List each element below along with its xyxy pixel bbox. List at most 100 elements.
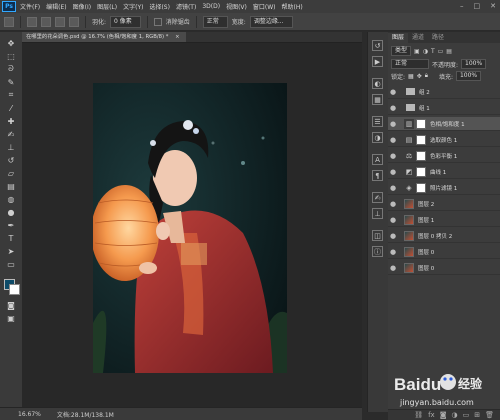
menu-filter[interactable]: 滤镜(T) <box>176 2 196 11</box>
layer-row[interactable]: ● ◩ 曲线 1 <box>388 165 500 179</box>
menu-window[interactable]: 窗口(W) <box>253 2 276 11</box>
crop-tool-icon[interactable]: ⌗ <box>5 90 17 100</box>
lock-all-icon[interactable]: 🔒︎ <box>425 72 428 80</box>
layer-thumbnail[interactable] <box>404 230 414 241</box>
brush-panel-icon[interactable]: ✍ <box>372 192 383 203</box>
properties-panel-icon[interactable]: ☰ <box>372 116 383 127</box>
add-mask-icon[interactable]: ◙ <box>440 411 447 419</box>
dodge-tool-icon[interactable]: ● <box>5 207 17 217</box>
fill-input[interactable]: 100% <box>455 71 482 81</box>
zoom-level[interactable]: 16.67% <box>18 411 41 418</box>
layer-row[interactable]: ● 图层 1 <box>388 213 500 227</box>
pen-tool-icon[interactable]: ✒ <box>5 220 17 230</box>
menu-type[interactable]: 文字(Y) <box>123 2 143 11</box>
shape-tool-icon[interactable]: ▭ <box>5 259 17 269</box>
eyedropper-tool-icon[interactable]: ⁄ <box>5 103 17 113</box>
lock-pixels-icon[interactable]: ▦ <box>408 73 414 80</box>
layer-row[interactable]: ● 图层 0 拷贝 2 <box>388 229 500 243</box>
close-window-button[interactable]: ✕ <box>490 2 496 10</box>
move-tool-icon[interactable]: ✥ <box>5 38 17 48</box>
info-panel-icon[interactable]: ⓘ <box>372 246 383 257</box>
filter-smart-icon[interactable]: ▤ <box>446 48 452 55</box>
new-selection-icon[interactable] <box>27 16 37 27</box>
actions-panel-icon[interactable]: ▶ <box>372 56 383 67</box>
menu-3d[interactable]: 3D(D) <box>202 3 220 10</box>
new-group-icon[interactable]: ▭ <box>463 411 470 419</box>
history-brush-icon[interactable]: ↺ <box>5 155 17 165</box>
lock-position-icon[interactable]: ✥ <box>417 73 422 80</box>
opacity-input[interactable]: 100% <box>461 59 487 69</box>
quick-mask-icon[interactable]: ◙ <box>5 300 17 310</box>
path-select-icon[interactable]: ➤ <box>5 246 17 256</box>
layer-mask-thumbnail[interactable] <box>416 166 426 177</box>
menu-layer[interactable]: 图层(L) <box>97 2 117 11</box>
layer-thumbnail[interactable] <box>404 246 414 257</box>
visibility-eye-icon[interactable]: ● <box>388 216 398 224</box>
layer-mask-thumbnail[interactable] <box>416 182 426 193</box>
layer-thumbnail[interactable] <box>404 262 414 273</box>
brush-tool-icon[interactable]: ✍ <box>5 129 17 139</box>
visibility-eye-icon[interactable]: ● <box>388 120 398 128</box>
filter-pixel-icon[interactable]: ▣ <box>414 48 420 55</box>
background-color-swatch[interactable] <box>9 284 20 295</box>
layer-row[interactable]: ● 图层 0 <box>388 245 500 259</box>
layer-group-row[interactable]: ● 组 2 <box>388 85 500 99</box>
visibility-eye-icon[interactable]: ● <box>388 184 398 192</box>
layer-thumbnail[interactable] <box>404 214 414 225</box>
filter-shape-icon[interactable]: ▭ <box>438 48 444 55</box>
add-selection-icon[interactable] <box>41 16 51 27</box>
layer-thumbnail[interactable] <box>404 198 414 209</box>
mode-select[interactable]: 正常 <box>202 15 228 28</box>
tab-paths[interactable]: 路径 <box>428 33 448 43</box>
eraser-tool-icon[interactable]: ▱ <box>5 168 17 178</box>
close-tab-icon[interactable]: × <box>175 34 179 40</box>
clone-source-panel-icon[interactable]: ⊥ <box>372 208 383 219</box>
layer-row[interactable]: ● ▥ 色相/饱和度 1 <box>388 117 500 131</box>
healing-brush-icon[interactable]: ✚ <box>5 116 17 126</box>
new-adjustment-icon[interactable]: ◑ <box>452 411 458 419</box>
menu-view[interactable]: 视图(V) <box>226 2 247 11</box>
link-layers-icon[interactable]: ⛓ <box>414 411 423 419</box>
layer-mask-thumbnail[interactable] <box>416 150 426 161</box>
visibility-eye-icon[interactable]: ● <box>388 168 398 176</box>
screen-mode-icon[interactable]: ▣ <box>5 313 17 323</box>
visibility-eye-icon[interactable]: ● <box>388 104 398 112</box>
new-layer-icon[interactable]: ⊞ <box>474 411 480 419</box>
menu-file[interactable]: 文件(F) <box>20 2 40 11</box>
layer-style-icon[interactable]: fx <box>428 411 435 419</box>
lasso-tool-icon[interactable]: ᘐ <box>5 64 17 74</box>
document-photo[interactable] <box>93 83 287 373</box>
filter-adjust-icon[interactable]: ◑ <box>423 48 428 55</box>
layer-row[interactable]: ● ⚖ 色彩平衡 1 <box>388 149 500 163</box>
visibility-eye-icon[interactable]: ● <box>388 264 398 272</box>
character-panel-icon[interactable]: A <box>372 154 383 165</box>
history-panel-icon[interactable]: ↺ <box>372 40 383 51</box>
refine-edge-button[interactable]: 调整边缘... <box>249 15 293 28</box>
maximize-button[interactable]: □ <box>474 2 481 10</box>
color-panel-icon[interactable]: ◐ <box>372 78 383 89</box>
delete-layer-icon[interactable]: 🗑︎ <box>485 411 494 419</box>
paragraph-panel-icon[interactable]: ¶ <box>372 170 383 181</box>
visibility-eye-icon[interactable]: ● <box>388 152 398 160</box>
layer-row[interactable]: ● ▤ 选取颜色 1 <box>388 133 500 147</box>
menu-image[interactable]: 图像(I) <box>73 2 91 11</box>
document-tab[interactable]: 在哪里的花朵调色.psd @ 16.7% (色相/饱和度 1, RGB/8) *… <box>22 32 186 42</box>
visibility-eye-icon[interactable]: ● <box>388 136 398 144</box>
layer-row[interactable]: ● ◈ 照片滤镜 1 <box>388 181 500 195</box>
layer-row[interactable]: ● 图层 0 <box>388 261 500 275</box>
visibility-eye-icon[interactable]: ● <box>388 232 398 240</box>
layer-kind-filter[interactable]: 类型 <box>391 46 412 56</box>
tool-preset-icon[interactable] <box>4 16 14 27</box>
tab-channels[interactable]: 通道 <box>408 33 428 43</box>
swatches-panel-icon[interactable]: ▦ <box>372 94 383 105</box>
document-size[interactable]: 文档:28.1M/138.1M <box>57 410 114 419</box>
layer-mask-thumbnail[interactable] <box>416 118 426 129</box>
navigator-panel-icon[interactable]: ◫ <box>372 230 383 241</box>
feather-input[interactable]: 0 像素 <box>110 15 141 28</box>
antialias-checkbox[interactable] <box>153 17 162 26</box>
clone-stamp-icon[interactable]: ⊥ <box>5 142 17 152</box>
tab-layers[interactable]: 图层 <box>388 33 409 43</box>
menu-select[interactable]: 选择(S) <box>149 2 170 11</box>
visibility-eye-icon[interactable]: ● <box>388 88 398 96</box>
gradient-tool-icon[interactable]: ▤ <box>5 181 17 191</box>
